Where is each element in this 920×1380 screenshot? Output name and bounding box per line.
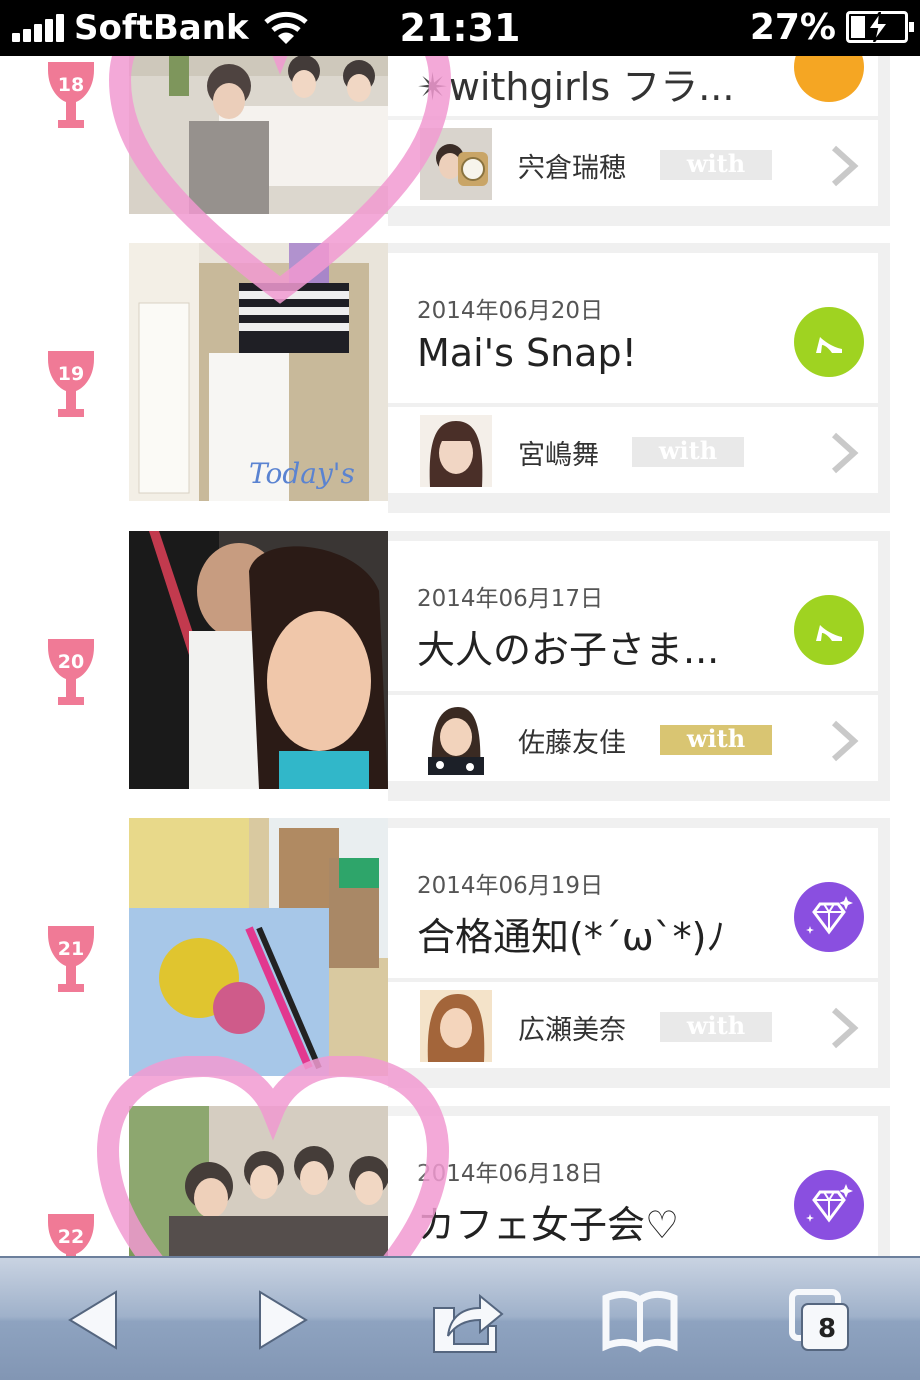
author-name: 広瀬美奈 bbox=[518, 1015, 626, 1046]
forward-arrow-icon[interactable] bbox=[240, 1282, 324, 1358]
post-date: 2014年06月19日 bbox=[417, 873, 604, 899]
rank-badge: 21 bbox=[48, 926, 94, 1000]
category-diamond-icon bbox=[794, 882, 864, 952]
post-title: カフェ女子会♡ bbox=[417, 1203, 680, 1247]
tabs-button[interactable]: 8 bbox=[784, 1282, 868, 1358]
back-arrow-icon[interactable] bbox=[54, 1282, 138, 1358]
post-title: 合格通知(*´ω`*)ﾉ bbox=[417, 915, 726, 959]
post-card[interactable]: ✴withgirls フラ... 宍倉瑞穂 with bbox=[388, 56, 890, 226]
list-item[interactable]: 21 2014年06月19日 合格通知(*´ω`*)ﾉ 広瀬美奈 with bbox=[0, 818, 920, 1088]
list-item[interactable]: 19 Today's 2014年06月20日 Mai's Snap! 宮嶋舞 w… bbox=[0, 243, 920, 513]
post-thumbnail[interactable] bbox=[129, 1106, 388, 1256]
category-high-heel-icon bbox=[794, 307, 864, 377]
browser-toolbar: 8 bbox=[0, 1256, 920, 1380]
rank-badge: 19 bbox=[48, 351, 94, 425]
charging-bolt-icon bbox=[866, 12, 890, 42]
rank-badge: 22 bbox=[48, 1214, 94, 1256]
with-badge: with bbox=[660, 1012, 772, 1042]
bookmarks-icon[interactable] bbox=[598, 1282, 682, 1358]
list-item[interactable]: 20 2014年06月17日 大人のお子さま... 佐藤友佳 with bbox=[0, 531, 920, 801]
author-name: 宍倉瑞穂 bbox=[518, 153, 626, 184]
post-card[interactable]: 2014年06月20日 Mai's Snap! 宮嶋舞 with bbox=[388, 243, 890, 513]
post-card[interactable]: 2014年06月19日 合格通知(*´ω`*)ﾉ 広瀬美奈 with bbox=[388, 818, 890, 1088]
category-high-heel-icon bbox=[794, 595, 864, 665]
post-date: 2014年06月20日 bbox=[417, 298, 604, 324]
author-avatar bbox=[420, 128, 492, 200]
author-name: 宮嶋舞 bbox=[518, 440, 599, 471]
svg-text:Today's: Today's bbox=[249, 457, 355, 490]
chevron-right-icon bbox=[831, 432, 859, 474]
share-icon[interactable] bbox=[424, 1282, 508, 1358]
with-badge: with bbox=[660, 150, 772, 180]
post-title: 大人のお子さま... bbox=[417, 628, 720, 672]
author-avatar bbox=[420, 990, 492, 1062]
with-badge: with bbox=[660, 725, 772, 755]
rank-badge: 18 bbox=[48, 62, 94, 136]
category-diamond-icon bbox=[794, 1170, 864, 1240]
author-avatar bbox=[420, 415, 492, 487]
battery-percent: 27% bbox=[749, 7, 836, 48]
list-item[interactable]: 18 ✴withgirls フラ... 宍倉瑞穂 with bbox=[0, 56, 920, 226]
post-card[interactable]: 2014年06月18日 カフェ女子会♡ bbox=[388, 1106, 890, 1256]
post-date: 2014年06月18日 bbox=[417, 1161, 604, 1187]
with-badge: with bbox=[632, 437, 744, 467]
post-title: Mai's Snap! bbox=[417, 331, 637, 375]
author-avatar bbox=[420, 703, 492, 775]
tab-count: 8 bbox=[817, 1314, 837, 1344]
post-thumbnail[interactable]: Today's bbox=[129, 243, 388, 501]
ranking-list: 18 ✴withgirls フラ... 宍倉瑞穂 with 19 Today's… bbox=[0, 56, 920, 1256]
author-name: 佐藤友佳 bbox=[518, 728, 626, 759]
post-card[interactable]: 2014年06月17日 大人のお子さま... 佐藤友佳 with bbox=[388, 531, 890, 801]
rank-badge: 20 bbox=[48, 639, 94, 713]
chevron-right-icon bbox=[831, 720, 859, 762]
post-thumbnail[interactable] bbox=[129, 531, 388, 789]
battery-icon bbox=[846, 11, 914, 43]
category-icon bbox=[794, 56, 864, 102]
chevron-right-icon bbox=[831, 1007, 859, 1049]
status-bar: SoftBank 21:31 27% bbox=[0, 0, 920, 56]
post-thumbnail[interactable] bbox=[129, 818, 388, 1076]
post-title: ✴withgirls フラ... bbox=[417, 65, 735, 109]
post-date: 2014年06月17日 bbox=[417, 586, 604, 612]
post-thumbnail[interactable] bbox=[129, 56, 388, 214]
chevron-right-icon bbox=[831, 145, 859, 187]
list-item[interactable]: 22 2014年06月18日 カフェ女子会♡ bbox=[0, 1106, 920, 1256]
